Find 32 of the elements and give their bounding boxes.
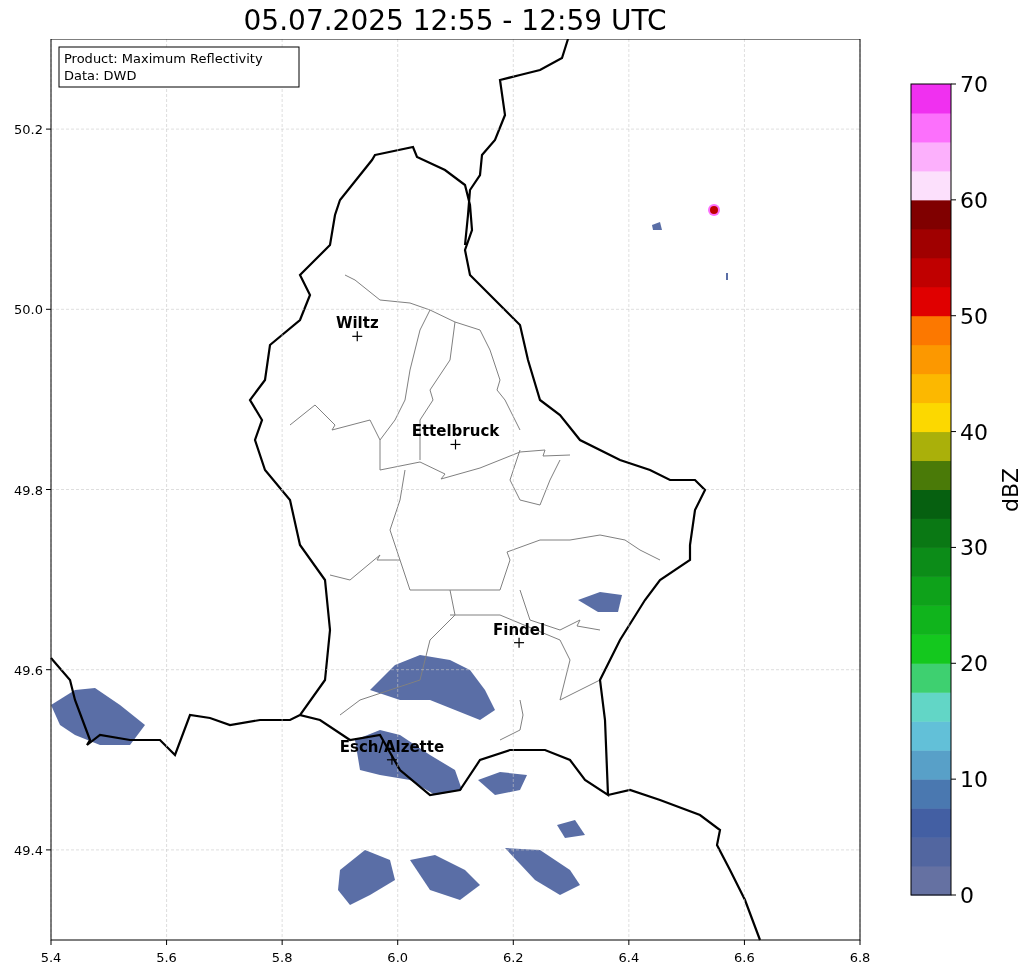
y-tick-label: 49.6	[14, 662, 43, 678]
city-marker	[449, 438, 462, 451]
x-tick-label: 5.4	[40, 950, 62, 965]
colorbar-tick-label: 70	[960, 72, 988, 97]
colorbar-tick-label: 0	[960, 883, 974, 908]
city-marker	[351, 330, 363, 342]
x-tick-label: 6.4	[618, 950, 640, 965]
colorbar-tick-label: 30	[960, 535, 988, 561]
city-label: Ettelbruck	[411, 422, 500, 441]
chart-title: 05.07.2025 12:55 - 12:59 UTC	[242, 3, 668, 39]
x-tick-label: 6.8	[849, 950, 870, 965]
city-marker	[386, 754, 398, 766]
info-text: Product: Maximum Reflectivity	[64, 51, 263, 66]
colorbar-tick-label: 10	[960, 767, 988, 793]
colorbar-tick-label: 40	[960, 419, 988, 445]
city-label: Wiltz	[335, 314, 379, 333]
y-tick-label: 50.0	[14, 302, 43, 318]
x-tick-label: 6.2	[502, 950, 524, 965]
info-text: Data: DWD	[64, 68, 137, 83]
colorbar-tick-label: 60	[960, 187, 988, 213]
x-tick-label: 6.0	[387, 950, 409, 965]
x-tick-label: 5.6	[156, 950, 177, 965]
y-tick-label: 49.4	[14, 842, 43, 858]
city-marker	[513, 637, 525, 649]
x-tick-label: 5.8	[271, 950, 293, 965]
colorbar-tick-label: 20	[960, 651, 988, 677]
city-label: Findel	[493, 620, 546, 639]
y-tick-label: 49.8	[14, 482, 43, 498]
colorbar-label: dBZ	[998, 467, 1023, 513]
x-tick-label: 6.6	[734, 950, 755, 965]
y-tick-label: 50.2	[14, 122, 43, 138]
colorbar-tick-label: 50	[960, 303, 988, 329]
